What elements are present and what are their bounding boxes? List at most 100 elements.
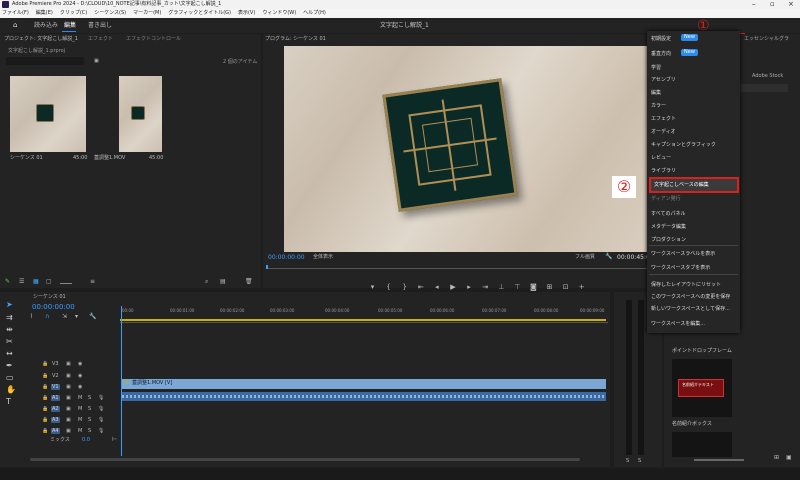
track-label-a4[interactable]: A4 (51, 428, 60, 434)
home-icon[interactable]: ⌂ (13, 22, 17, 29)
lock-icon[interactable]: 🔒 (42, 417, 48, 423)
add-marker-icon[interactable]: ▾ (367, 283, 378, 291)
proxy-icon[interactable]: ⊡ (560, 283, 571, 291)
graphic-template-card[interactable]: 名前紹介テキスト (672, 359, 732, 417)
menu-sequence[interactable]: シーケンス(S) (94, 11, 126, 16)
menu-item-libraries[interactable]: ライブラリ (651, 167, 676, 174)
lock-icon[interactable]: 🔒 (42, 384, 48, 390)
sync-icon[interactable]: ▣ (66, 361, 71, 367)
add-button-icon[interactable]: + (576, 283, 587, 291)
menu-clip[interactable]: クリップ(C) (60, 11, 87, 16)
menu-item-save-changes[interactable]: このワークスペースへの変更を保存 (651, 293, 730, 300)
eye-icon[interactable]: ◉ (78, 384, 82, 390)
track-label-a3[interactable]: A3 (51, 417, 60, 423)
solo-button[interactable]: S (88, 428, 91, 434)
menu-item-audio[interactable]: オーディオ (651, 128, 676, 135)
menu-item-review[interactable]: レビュー (651, 154, 671, 161)
mute-button[interactable]: M (78, 406, 82, 412)
menu-item-color[interactable]: カラー (651, 102, 666, 109)
search-icon[interactable]: ⌕ (205, 279, 208, 285)
program-scrubber[interactable] (266, 265, 656, 269)
menu-item-save-new[interactable]: 新しいワークスペースとして保存... (651, 305, 730, 312)
thumbnail-size-slider[interactable] (694, 459, 744, 461)
tab-effects[interactable]: エフェクト (88, 37, 113, 42)
razor-icon[interactable]: ✂ (6, 337, 13, 346)
menu-item-learning[interactable]: 学習 (651, 64, 661, 71)
menu-item-production[interactable]: プロダクション (651, 236, 686, 243)
linked-selection-icon[interactable]: ∩ (45, 314, 49, 320)
track-label-v3[interactable]: V3 (52, 361, 59, 367)
trash-icon[interactable]: 🗑 (245, 279, 253, 285)
menu-item-show-tabs[interactable]: ワークスペースタブを表示 (651, 264, 710, 271)
playhead-marker[interactable] (266, 265, 268, 269)
menu-toggle-default[interactable]: 初期設定 (651, 35, 671, 42)
program-timecode[interactable]: 00:00:00:00 (268, 255, 305, 261)
zoom-slider[interactable] (60, 283, 72, 284)
lock-icon[interactable]: 🔒 (42, 373, 48, 379)
mute-button[interactable]: M (78, 395, 82, 401)
rectangle-icon[interactable]: ▭ (6, 373, 14, 382)
menu-edit[interactable]: 編集(E) (36, 11, 53, 16)
project-search-input[interactable] (6, 57, 84, 65)
toggle-default-badge[interactable]: New (681, 34, 698, 41)
solo-button[interactable]: S (88, 406, 91, 412)
ripple-edit-icon[interactable]: ⇹ (6, 325, 13, 334)
menu-marker[interactable]: マーカー(M) (133, 11, 161, 16)
sort-icon[interactable]: ≡ (90, 279, 95, 285)
menu-item-editing[interactable]: 編集 (651, 89, 661, 96)
lock-icon[interactable]: 🔒 (42, 406, 48, 412)
menu-item-captions[interactable]: キャプションとグラフィック (651, 141, 716, 148)
track-select-icon[interactable]: ⇉ (6, 313, 13, 322)
pencil-icon[interactable]: ✎ (5, 279, 10, 285)
sync-icon[interactable]: ▣ (66, 417, 71, 423)
lock-icon[interactable]: 🔒 (42, 395, 48, 401)
clip-thumbnail[interactable] (119, 76, 162, 152)
timeline-scroll[interactable] (30, 458, 580, 461)
menu-window[interactable]: ウィンドウ(W) (262, 11, 296, 16)
mix-end-icon[interactable]: ⊢ (112, 437, 117, 443)
solo-button[interactable]: S (88, 395, 91, 401)
step-forward-icon[interactable]: ▸ (464, 283, 475, 291)
timeline-timecode[interactable]: 00:00:00:00 (32, 304, 75, 311)
close-button[interactable]: × (788, 1, 794, 8)
menu-item-metadata[interactable]: メタデータ編集 (651, 223, 686, 230)
sequence-thumbnail[interactable] (10, 76, 86, 152)
mix-value[interactable]: 0.0 (82, 438, 90, 443)
lock-icon[interactable]: 🔒 (42, 428, 48, 434)
maximize-button[interactable]: ▫ (770, 1, 775, 8)
hand-icon[interactable]: ✋ (6, 385, 16, 394)
tab-project[interactable]: プロジェクト: 文字起こし解説_1 (4, 37, 78, 42)
go-to-in-icon[interactable]: ⇤ (415, 283, 426, 291)
step-back-icon[interactable]: ◂ (431, 283, 442, 291)
menu-file[interactable]: ファイル(F) (2, 11, 29, 16)
menu-item-hidden[interactable]: ディアン発行 (651, 195, 680, 202)
freeform-view-icon[interactable]: ▢ (46, 279, 52, 285)
compare-icon[interactable]: ⊞ (544, 283, 555, 291)
solo-button[interactable]: S (88, 417, 91, 423)
wrench-icon[interactable]: 🔧 (605, 254, 612, 260)
slip-icon[interactable]: ↔ (6, 349, 13, 358)
solo-right-button[interactable]: S (638, 459, 641, 464)
menu-item-assembly[interactable]: アセンブリ (651, 76, 676, 83)
eye-icon[interactable]: ◉ (78, 361, 82, 367)
go-to-out-icon[interactable]: ⇥ (480, 283, 491, 291)
lock-icon[interactable]: 🔒 (42, 361, 48, 367)
track-label-v1[interactable]: V1 (51, 384, 60, 390)
track-label-a1[interactable]: A1 (51, 395, 60, 401)
extract-icon[interactable]: ⊤ (512, 283, 523, 291)
lift-icon[interactable]: ⊥ (496, 283, 507, 291)
track-label-a2[interactable]: A2 (51, 406, 60, 412)
menu-view[interactable]: 表示(V) (238, 11, 255, 16)
menu-item-effects[interactable]: エフェクト (651, 115, 676, 122)
menu-item-text-based-editing[interactable]: 文字起こしベースの編集 (649, 177, 739, 193)
tab-import[interactable]: 読み込み (34, 23, 58, 29)
add-marker-icon[interactable]: ⇲ (62, 314, 67, 320)
new-bin-icon[interactable]: ▣ (94, 59, 99, 64)
menu-item-edit-workspaces[interactable]: ワークスペースを編集... (651, 320, 705, 327)
icon-view-icon[interactable]: ▦ (33, 279, 39, 285)
toggle-vertical-badge[interactable]: New (681, 49, 698, 56)
type-icon[interactable]: T (6, 397, 11, 406)
quality-select[interactable]: フル画質 (575, 255, 595, 260)
menu-item-all-panels[interactable]: すべてのパネル (651, 210, 685, 217)
adobe-stock-label[interactable]: Adobe Stock (752, 74, 783, 79)
